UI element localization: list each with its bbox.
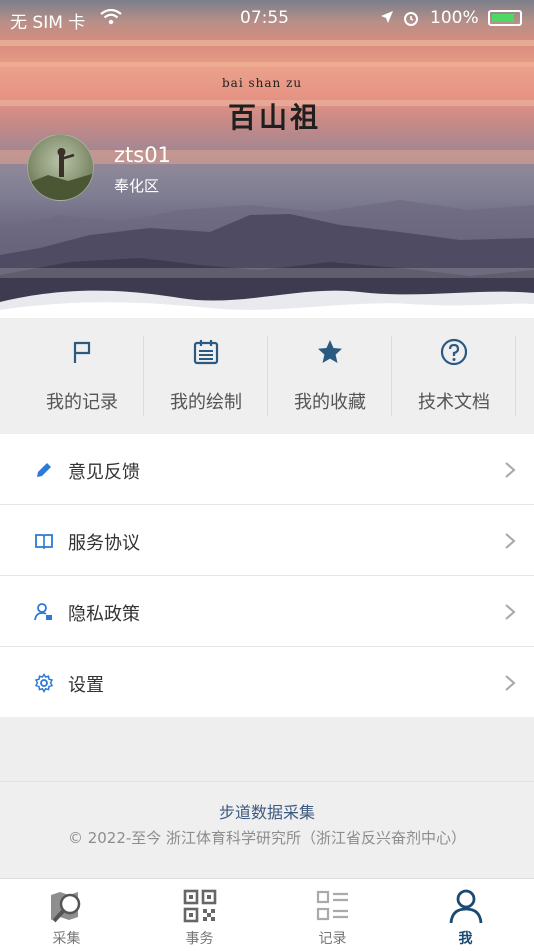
flag-icon bbox=[73, 341, 91, 363]
tab-label: 事务 bbox=[185, 931, 214, 947]
quick-action-my-records[interactable]: 我的记录 bbox=[20, 318, 144, 434]
status-bar: 无 SIM 卡 07:55 100% bbox=[0, 6, 534, 33]
location-arrow-icon bbox=[381, 11, 393, 23]
user-shield-icon bbox=[34, 603, 52, 621]
quick-action-my-favorites[interactable]: 我的收藏 bbox=[268, 318, 392, 434]
settings-menu: 意见反馈 服务协议 隐私政策 设置 bbox=[0, 434, 534, 718]
star-icon bbox=[318, 340, 342, 363]
chevron-right-icon bbox=[505, 533, 516, 549]
menu-item-privacy-policy[interactable]: 隐私政策 bbox=[0, 576, 534, 647]
footer-title: 步道数据采集 bbox=[218, 803, 315, 822]
quick-actions-grid: 我的记录 我的绘制 我的收藏 技术文档 bbox=[0, 318, 534, 434]
chevron-right-icon bbox=[505, 675, 516, 691]
quick-action-tech-docs[interactable]: 技术文档 bbox=[392, 318, 516, 434]
logo-title: 百山祖 bbox=[228, 101, 322, 134]
calendar-icon bbox=[193, 340, 219, 365]
map-search-icon bbox=[51, 892, 81, 923]
quick-action-my-drawings[interactable]: 我的绘制 bbox=[144, 318, 268, 434]
clock-label: 07:55 bbox=[240, 8, 289, 28]
menu-item-service-agreement[interactable]: 服务协议 bbox=[0, 505, 534, 576]
wifi-icon bbox=[100, 9, 122, 25]
menu-item-label: 服务协议 bbox=[68, 533, 140, 554]
menu-item-feedback[interactable]: 意见反馈 bbox=[0, 434, 534, 505]
tab-me[interactable]: 我 bbox=[399, 879, 532, 951]
battery-icon bbox=[488, 10, 522, 26]
tab-label: 采集 bbox=[52, 931, 81, 947]
quick-action-label: 我的收藏 bbox=[294, 392, 366, 413]
user-district: 奉化区 bbox=[114, 177, 160, 195]
profile-banner: 无 SIM 卡 07:55 100% bai shan zu 百山祖 zts01… bbox=[0, 0, 534, 318]
tab-label: 记录 bbox=[318, 931, 347, 947]
carrier-label: 无 SIM 卡 bbox=[10, 13, 86, 33]
menu-item-settings[interactable]: 设置 bbox=[0, 647, 534, 718]
person-icon bbox=[449, 889, 483, 924]
quick-action-label: 技术文档 bbox=[418, 392, 490, 413]
qr-icon bbox=[183, 889, 217, 923]
tab-affairs[interactable]: 事务 bbox=[133, 879, 266, 951]
tab-label: 我 bbox=[458, 931, 473, 947]
chevron-right-icon bbox=[505, 462, 516, 478]
spacer bbox=[0, 717, 534, 781]
bottom-tab-bar: 采集 事务 记录 我 bbox=[0, 878, 534, 950]
chevron-right-icon bbox=[505, 604, 516, 620]
alarm-icon bbox=[404, 12, 418, 26]
logo-subtitle: bai shan zu bbox=[222, 76, 303, 90]
app-footer: 步道数据采集 © 2022-至今 浙江体育科学研究所（浙江省反兴奋剂中心） bbox=[0, 781, 534, 878]
battery-percent: 100% bbox=[430, 8, 479, 28]
avatar[interactable] bbox=[27, 134, 94, 201]
footer-copyright: © 2022-至今 浙江体育科学研究所（浙江省反兴奋剂中心） bbox=[67, 829, 467, 847]
tab-records[interactable]: 记录 bbox=[266, 879, 399, 951]
quick-action-label: 我的绘制 bbox=[170, 392, 242, 413]
menu-item-label: 设置 bbox=[68, 675, 104, 696]
tab-collect[interactable]: 采集 bbox=[0, 879, 133, 951]
menu-item-label: 隐私政策 bbox=[68, 604, 140, 625]
book-icon bbox=[35, 534, 53, 550]
divider bbox=[515, 336, 516, 416]
quick-action-label: 我的记录 bbox=[46, 392, 118, 413]
list-icon bbox=[316, 890, 348, 921]
pencil-icon bbox=[37, 463, 51, 477]
gear-icon bbox=[34, 673, 54, 693]
help-icon bbox=[440, 338, 468, 366]
avatar-photo bbox=[28, 148, 93, 200]
menu-item-label: 意见反馈 bbox=[68, 462, 140, 483]
username: zts01 bbox=[114, 143, 171, 167]
